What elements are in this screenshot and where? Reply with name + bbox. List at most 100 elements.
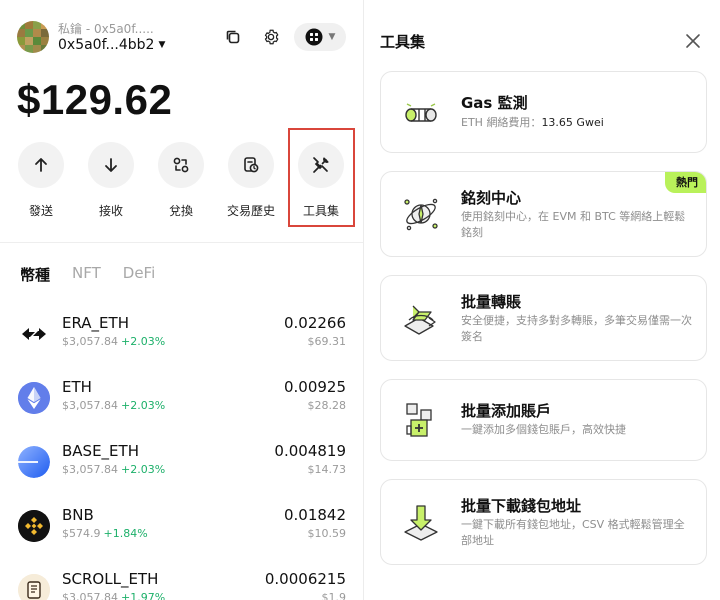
token-name: BASE_ETH	[62, 442, 139, 460]
history-label: 交易歷史	[226, 204, 275, 218]
tool-desc: 使用銘刻中心，在 EVM 和 BTC 等網絡上輕鬆銘刻	[461, 210, 686, 239]
token-price: $574.9	[62, 527, 101, 540]
token-change: +1.97%	[120, 591, 166, 600]
gas-value: 13.65 Gwei	[541, 116, 604, 129]
avatar-pixel	[25, 29, 33, 37]
token-value: $69.31	[307, 335, 347, 348]
tab-defi[interactable]: DeFi	[123, 264, 155, 285]
swap-icon	[173, 157, 189, 173]
eth-icon	[18, 382, 50, 414]
tools-highlight-box	[288, 128, 355, 227]
token-row-base-eth[interactable]: BASE_ETH $3,057.84 +2.03% 0.004819 $14.73	[0, 436, 363, 492]
account-address: 0x5a0f...4bb2	[58, 37, 155, 53]
account-avatar[interactable]	[17, 21, 49, 53]
avatar-pixel	[17, 29, 25, 37]
tool-card-inscription[interactable]: 熱門 銘刻中心 使用銘刻中心，在 EVM 和 BTC 等網絡上輕鬆銘刻	[380, 171, 707, 257]
arrow-up-icon	[35, 158, 47, 172]
avatar-pixel	[25, 45, 33, 53]
token-value: $14.73	[307, 463, 347, 476]
swap-button[interactable]: 兌換	[146, 142, 216, 219]
token-value: $1.9	[321, 591, 347, 600]
tool-title: 批量下載錢包地址	[461, 497, 582, 515]
avatar-pixel	[41, 37, 49, 45]
inscription-icon	[399, 192, 443, 236]
token-value: $28.28	[307, 399, 347, 412]
token-price: $3,057.84	[62, 463, 118, 476]
receive-button[interactable]: 接收	[76, 142, 146, 219]
close-button[interactable]	[684, 32, 702, 50]
token-amount: 0.00925	[283, 378, 346, 396]
tool-desc: 一鍵下載所有錢包地址，CSV 格式輕鬆管理全部地址	[461, 518, 685, 547]
token-change: +2.03%	[120, 463, 166, 476]
avatar-pixel-grid	[17, 21, 49, 53]
swap-label: 兌換	[168, 204, 193, 218]
token-change: +1.84%	[103, 527, 148, 540]
avatar-pixel	[25, 21, 33, 29]
era-icon	[18, 318, 50, 350]
tool-desc: 一鍵添加多個錢包賬戶，高效快捷	[461, 423, 626, 436]
token-amount: 0.0006215	[264, 570, 346, 588]
divider	[0, 242, 363, 243]
hot-badge: 熱門	[665, 172, 706, 193]
avatar-pixel	[17, 45, 25, 53]
account-sub-label: 私鑰 - 0x5a0f.....	[58, 22, 154, 36]
chevron-down-icon: ▼	[328, 32, 336, 42]
send-button[interactable]: 發送	[6, 142, 76, 219]
network-grid-icon	[305, 28, 323, 46]
token-amount: 0.01842	[283, 506, 346, 524]
token-change: +2.03%	[120, 335, 166, 348]
avatar-pixel	[41, 29, 49, 37]
token-row-era-eth[interactable]: ERA_ETH $3,057.84 +2.03% 0.02266 $69.31	[0, 308, 363, 364]
tab-tokens[interactable]: 幣種	[20, 264, 50, 285]
bnb-icon	[18, 510, 50, 542]
avatar-pixel	[41, 45, 49, 53]
token-amount: 0.004819	[274, 442, 346, 460]
avatar-pixel	[17, 37, 25, 45]
download-address-icon	[399, 500, 443, 544]
token-price: $3,057.84	[62, 335, 118, 348]
avatar-pixel	[33, 21, 41, 29]
avatar-pixel	[17, 21, 25, 29]
token-row-eth[interactable]: ETH $3,057.84 +2.03% 0.00925 $28.28	[0, 372, 363, 428]
account-selector[interactable]: 0x5a0f...4bb2 ▼	[58, 37, 165, 53]
token-name: SCROLL_ETH	[62, 570, 159, 588]
tool-desc: ETH 網絡費用：	[461, 116, 542, 129]
token-value: $10.59	[307, 527, 347, 540]
network-selector[interactable]: ▼	[294, 23, 346, 51]
base-icon	[18, 446, 50, 478]
panel-title: 工具集	[380, 33, 426, 51]
tab-nft[interactable]: NFT	[72, 264, 101, 285]
arrow-down-icon	[105, 158, 117, 172]
batch-add-account-icon	[399, 398, 443, 442]
gear-icon[interactable]	[260, 26, 282, 48]
scroll-icon	[18, 574, 50, 600]
close-icon	[686, 34, 700, 48]
tool-title: 批量添加賬戶	[461, 402, 552, 420]
avatar-pixel	[33, 29, 41, 37]
batch-transfer-icon	[399, 296, 443, 340]
tool-card-batch-transfer[interactable]: 批量轉賬 安全便捷，支持多對多轉賬，多筆交易僅需一次簽名	[380, 275, 707, 361]
token-change: +2.03%	[120, 399, 166, 412]
avatar-pixel	[41, 21, 49, 29]
tool-card-gas-monitor[interactable]: Gas 監測 ETH 網絡費用：13.65 Gwei	[380, 71, 707, 153]
total-balance: $129.62	[17, 76, 173, 123]
avatar-pixel	[33, 45, 41, 53]
wallet-panel: 私鑰 - 0x5a0f..... 0x5a0f...4bb2 ▼ ▼ $129.…	[0, 0, 364, 600]
tool-card-download-address[interactable]: 批量下載錢包地址 一鍵下載所有錢包地址，CSV 格式輕鬆管理全部地址	[380, 479, 707, 565]
chevron-down-icon: ▼	[158, 40, 166, 50]
history-button[interactable]: 交易歷史	[216, 142, 286, 219]
token-row-bnb[interactable]: BNB $574.9 +1.84% 0.01842 $10.59	[0, 500, 363, 556]
tool-desc: 安全便捷，支持多對多轉賬，多筆交易僅需一次簽名	[461, 314, 692, 343]
token-name: BNB	[62, 506, 94, 524]
receive-label: 接收	[98, 204, 123, 218]
token-name: ERA_ETH	[62, 314, 129, 332]
tool-card-batch-add-account[interactable]: 批量添加賬戶 一鍵添加多個錢包賬戶，高效快捷	[380, 379, 707, 461]
token-price: $3,057.84	[62, 399, 118, 412]
send-label: 發送	[28, 204, 53, 218]
tool-title: 銘刻中心	[461, 189, 522, 207]
copy-icon[interactable]	[222, 26, 244, 48]
history-icon	[244, 157, 259, 173]
token-row-scroll-eth[interactable]: SCROLL_ETH $3,057.84 +1.97% 0.0006215 $1.…	[0, 564, 363, 600]
gas-monitor-icon	[399, 90, 443, 134]
asset-tabs: 幣種 NFT DeFi	[20, 264, 155, 285]
